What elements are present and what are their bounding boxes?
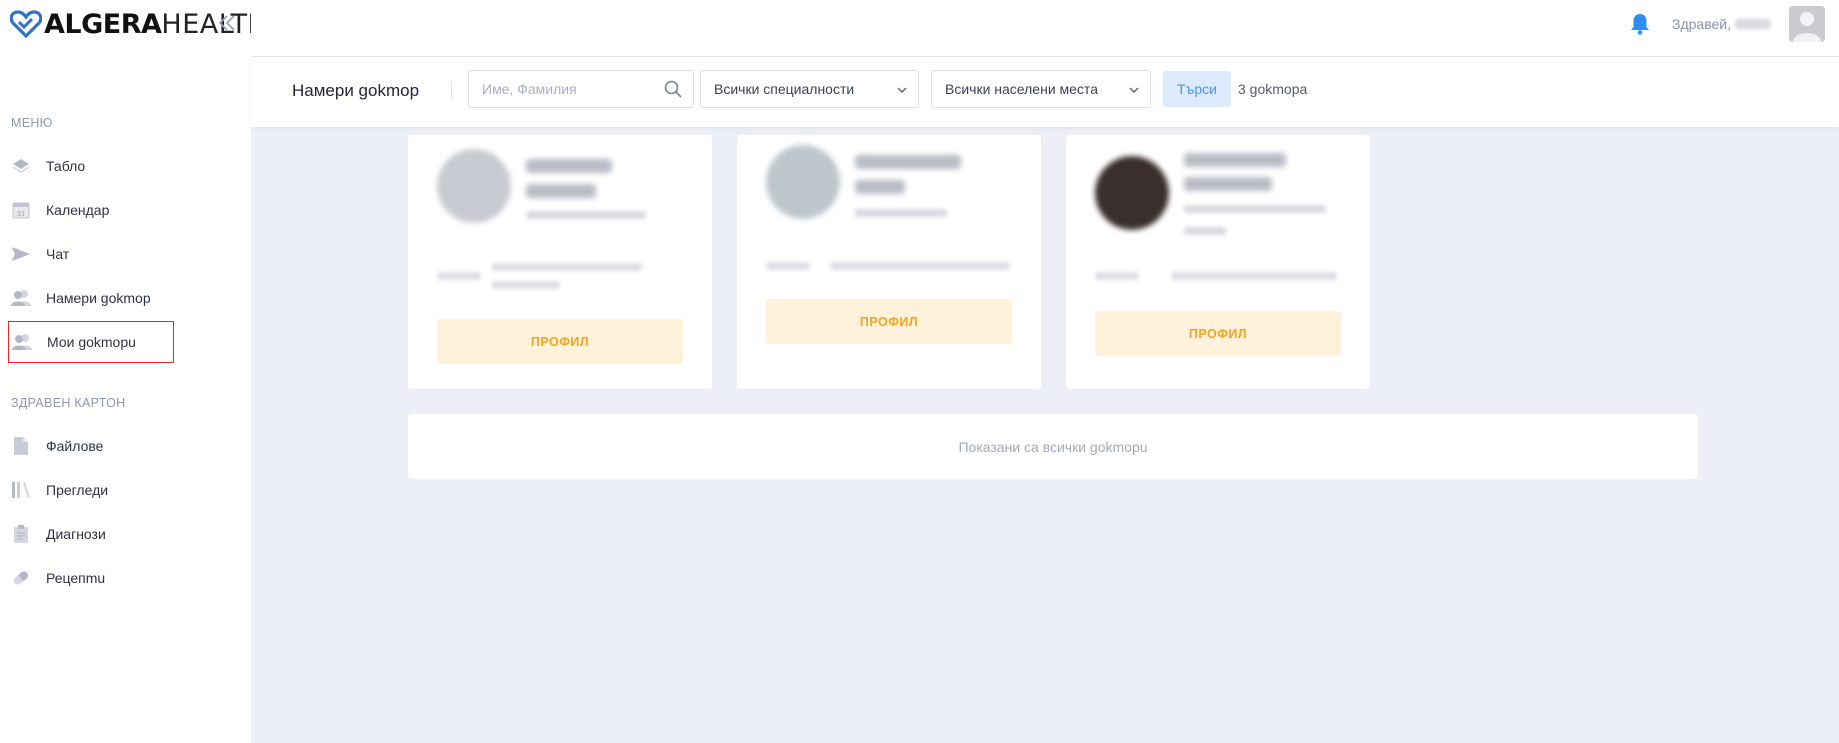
doctor-card: ПРОФИЛ — [1066, 135, 1370, 389]
address-value-blurred — [1171, 272, 1337, 280]
sidebar-item-label: Чат — [46, 246, 70, 262]
doctor-name-blurred — [1184, 153, 1286, 167]
doctor-card: ПРОФИЛ — [737, 135, 1041, 389]
sidebar-item-calendar[interactable]: 31 Календар — [8, 189, 174, 231]
collapse-sidebar-icon[interactable] — [216, 12, 238, 34]
sidebar-item-label: Табло — [46, 158, 86, 174]
users-icon — [10, 287, 32, 309]
clipboard-icon — [10, 523, 32, 545]
results-count: 3 gokmopa — [1238, 81, 1308, 97]
search-button[interactable]: Търси — [1163, 71, 1231, 107]
sidebar-item-label: Мои gokmopu — [47, 334, 136, 350]
user-avatar-icon — [1793, 12, 1821, 42]
doctor-name-blurred — [855, 180, 905, 194]
health-record-section-heading: ЗДРАВЕН КАРТОН — [11, 396, 126, 410]
chevron-down-icon — [1129, 87, 1139, 93]
heart-logo-icon — [10, 10, 42, 38]
pill-icon — [10, 567, 32, 589]
doctor-photo-blurred — [1095, 156, 1169, 230]
sidebar-item-dashboard[interactable]: Табло — [8, 145, 174, 187]
address-value-blurred — [830, 262, 1010, 270]
chevron-down-icon — [897, 87, 907, 93]
doctor-card: ПРОФИЛ — [408, 135, 712, 389]
greeting-text: Здравей, — [1672, 16, 1731, 32]
users-icon — [11, 331, 33, 353]
sidebar-item-files[interactable]: Файлове — [8, 425, 174, 467]
sidebar-item-label: Диагнози — [46, 526, 106, 542]
address-label-blurred — [766, 262, 810, 270]
books-icon — [10, 479, 32, 501]
calendar-day: 31 — [17, 209, 25, 218]
address-value-blurred — [492, 281, 560, 289]
all-doctors-shown-message: Показани са всички gokmopu — [408, 414, 1698, 479]
notification-bell-icon[interactable] — [1629, 12, 1651, 36]
file-icon — [10, 435, 32, 457]
dashboard-icon — [10, 155, 32, 177]
address-label-blurred — [437, 272, 481, 280]
doctor-specialty-blurred — [855, 209, 947, 217]
profile-button[interactable]: ПРОФИЛ — [766, 299, 1012, 344]
sidebar-item-examinations[interactable]: Прегледи — [8, 469, 174, 511]
logo-text-bold: ALGERA — [44, 8, 162, 40]
avatar[interactable] — [1789, 6, 1825, 42]
doctor-specialty-blurred — [1184, 227, 1226, 235]
sidebar-item-label: Календар — [46, 202, 110, 218]
doctor-name-blurred — [1184, 177, 1272, 191]
profile-button[interactable]: ПРОФИЛ — [1095, 311, 1341, 356]
send-icon — [10, 243, 32, 265]
doctor-name-blurred — [526, 184, 596, 198]
top-header: Здравей, — [251, 0, 1839, 57]
doctor-search-bar: Намери gokmop Всички специалности Всички… — [251, 57, 1839, 127]
doctor-photo-blurred — [437, 149, 511, 223]
divider — [451, 81, 452, 101]
user-name-blurred — [1734, 19, 1771, 29]
sidebar-item-label: Файлове — [46, 438, 104, 454]
city-select-value: Всички населени места — [945, 81, 1098, 97]
profile-button[interactable]: ПРОФИЛ — [437, 319, 683, 364]
doctor-specialty-blurred — [526, 211, 646, 219]
doctor-name-blurred — [855, 155, 961, 169]
sidebar-item-label: Намери gokmop — [46, 290, 151, 306]
sidebar-item-label: Рецепmu — [46, 570, 106, 586]
sidebar-item-find-doctor[interactable]: Намери gokmop — [8, 277, 174, 319]
specialty-select[interactable]: Всички специалности — [700, 70, 919, 108]
sidebar-item-chat[interactable]: Чат — [8, 233, 174, 275]
specialty-select-value: Всички специалности — [714, 81, 855, 97]
user-greeting: Здравей, — [1672, 16, 1771, 32]
sidebar-item-label: Прегледи — [46, 482, 109, 498]
address-value-blurred — [492, 263, 642, 271]
address-label-blurred — [1095, 272, 1139, 280]
sidebar: ALGERAHEALTH МЕНЮ Табло 31 Календар Чат … — [0, 0, 268, 743]
search-input[interactable] — [468, 70, 694, 108]
calendar-icon: 31 — [10, 199, 32, 221]
sidebar-item-prescriptions[interactable]: Рецепmu — [8, 557, 174, 599]
doctor-photo-blurred — [766, 145, 840, 219]
menu-section-heading: МЕНЮ — [11, 116, 53, 130]
doctor-name-blurred — [526, 159, 612, 173]
search-icon[interactable] — [664, 80, 682, 98]
page-title: Намери gokmop — [292, 81, 420, 100]
doctor-specialty-blurred — [1184, 205, 1326, 213]
sidebar-item-my-doctors[interactable]: Мои gokmopu — [8, 321, 174, 363]
city-select[interactable]: Всички населени места — [931, 70, 1151, 108]
sidebar-item-diagnoses[interactable]: Диагнози — [8, 513, 174, 555]
